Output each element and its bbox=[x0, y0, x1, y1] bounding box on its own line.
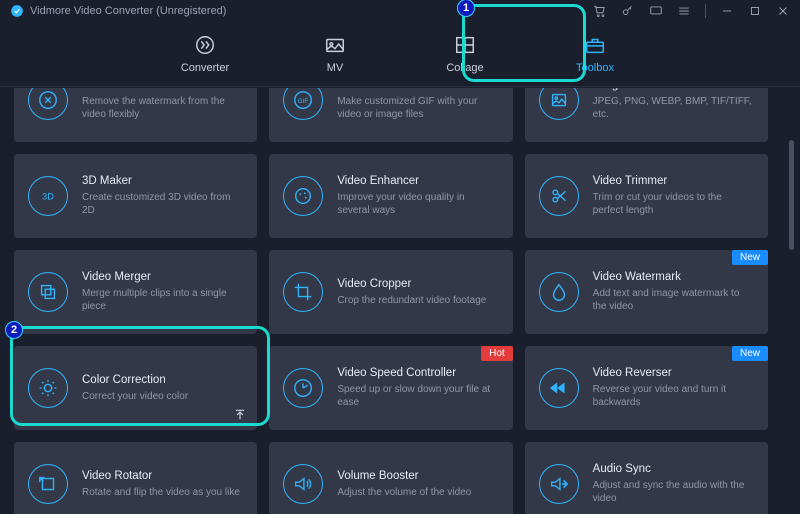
tool-desc: Add text and image watermark to the vide… bbox=[593, 287, 754, 313]
sync-icon bbox=[539, 464, 579, 504]
app-title: Vidmore Video Converter (Unregistered) bbox=[30, 5, 226, 17]
main-nav: Converter MV Collage Toolbox bbox=[0, 22, 800, 87]
tool-title: 3D Maker bbox=[82, 175, 243, 187]
tool-desc: Make customized GIF with your video or i… bbox=[337, 95, 498, 121]
svg-text:3D: 3D bbox=[42, 192, 54, 202]
volume-icon bbox=[283, 464, 323, 504]
tool-card-eraser[interactable]: Watermark Remover Remove the watermark f… bbox=[14, 88, 257, 142]
key-icon[interactable] bbox=[621, 4, 635, 18]
scrollbar[interactable] bbox=[789, 140, 794, 250]
tool-desc: Remove the watermark from the video flex… bbox=[82, 95, 243, 121]
tool-grid: Watermark Remover Remove the watermark f… bbox=[14, 88, 768, 514]
palette-icon bbox=[283, 176, 323, 216]
tool-card-rotate[interactable]: Video Rotator Rotate and flip the video … bbox=[14, 442, 257, 514]
scissors-icon bbox=[539, 176, 579, 216]
tool-title: GIF Maker bbox=[337, 88, 498, 91]
tool-title: Video Speed Controller bbox=[337, 367, 498, 379]
divider bbox=[705, 4, 706, 18]
tool-desc: Crop the redundant video footage bbox=[337, 294, 498, 307]
tool-scroll-area: Watermark Remover Remove the watermark f… bbox=[0, 88, 782, 514]
tool-card-palette[interactable]: Video Enhancer Improve your video qualit… bbox=[269, 154, 512, 238]
tool-card-image[interactable]: Image Converter JPEG, PNG, WEBP, BMP, TI… bbox=[525, 88, 768, 142]
tab-toolbox[interactable]: Toolbox bbox=[550, 34, 640, 74]
tab-label: Collage bbox=[446, 62, 483, 74]
tool-desc: Merge multiple clips into a single piece bbox=[82, 287, 243, 313]
tab-label: MV bbox=[327, 62, 344, 74]
tool-desc: JPEG, PNG, WEBP, BMP, TIF/TIFF, etc. bbox=[593, 95, 754, 121]
collage-icon bbox=[454, 34, 476, 56]
eraser-icon bbox=[28, 88, 68, 120]
tab-converter[interactable]: Converter bbox=[160, 34, 250, 74]
tool-desc: Adjust the volume of the video bbox=[337, 486, 498, 499]
svg-text:GIF: GIF bbox=[298, 98, 309, 105]
tool-card-3d[interactable]: 3D 3D Maker Create customized 3D video f… bbox=[14, 154, 257, 238]
tab-label: Converter bbox=[181, 62, 229, 74]
tab-collage[interactable]: Collage bbox=[420, 34, 510, 74]
merge-icon bbox=[28, 272, 68, 312]
tool-title: Image Converter bbox=[593, 88, 754, 91]
converter-icon bbox=[194, 34, 216, 56]
new-tag: New bbox=[732, 250, 768, 265]
menu-icon[interactable] bbox=[677, 4, 691, 18]
tool-card-crop[interactable]: Video Cropper Crop the redundant video f… bbox=[269, 250, 512, 334]
tool-card-gif[interactable]: GIF GIF Maker Make customized GIF with y… bbox=[269, 88, 512, 142]
tool-title: Video Enhancer bbox=[337, 175, 498, 187]
tool-card-gauge[interactable]: Video Speed Controller Speed up or slow … bbox=[269, 346, 512, 430]
tool-title: Color Correction bbox=[82, 374, 243, 386]
cart-icon[interactable] bbox=[593, 4, 607, 18]
hot-tag: Hot bbox=[481, 346, 513, 361]
image-icon bbox=[539, 88, 579, 120]
titlebar: Vidmore Video Converter (Unregistered) bbox=[0, 0, 800, 22]
toolbox-icon bbox=[584, 34, 606, 56]
tool-title: Video Reverser bbox=[593, 367, 754, 379]
tab-label: Toolbox bbox=[576, 62, 614, 74]
tool-desc: Adjust and sync the audio with the video bbox=[593, 479, 754, 505]
tool-title: Volume Booster bbox=[337, 470, 498, 482]
tool-card-drop[interactable]: Video Watermark Add text and image water… bbox=[525, 250, 768, 334]
window-controls bbox=[593, 4, 790, 18]
tool-card-sun[interactable]: Color Correction Correct your video colo… bbox=[14, 346, 257, 430]
maximize-icon[interactable] bbox=[748, 4, 762, 18]
rewind-icon bbox=[539, 368, 579, 408]
tool-title: Video Trimmer bbox=[593, 175, 754, 187]
mv-icon bbox=[324, 34, 346, 56]
tool-desc: Rotate and flip the video as you like bbox=[82, 486, 243, 499]
tool-title: Video Rotator bbox=[82, 470, 243, 482]
app-logo-icon bbox=[10, 4, 24, 18]
crop-icon bbox=[283, 272, 323, 312]
rotate-icon bbox=[28, 464, 68, 504]
feedback-icon[interactable] bbox=[649, 4, 663, 18]
tool-card-volume[interactable]: Volume Booster Adjust the volume of the … bbox=[269, 442, 512, 514]
new-tag: New bbox=[732, 346, 768, 361]
drop-icon bbox=[539, 272, 579, 312]
3d-icon: 3D bbox=[28, 176, 68, 216]
tool-title: Video Cropper bbox=[337, 278, 498, 290]
sun-icon bbox=[28, 368, 68, 408]
tool-desc: Create customized 3D video from 2D bbox=[82, 191, 243, 217]
tool-card-rewind[interactable]: Video Reverser Reverse your video and tu… bbox=[525, 346, 768, 430]
tool-desc: Improve your video quality in several wa… bbox=[337, 191, 498, 217]
tool-title: Watermark Remover bbox=[82, 88, 243, 91]
gauge-icon bbox=[283, 368, 323, 408]
tool-card-sync[interactable]: Audio Sync Adjust and sync the audio wit… bbox=[525, 442, 768, 514]
tool-desc: Reverse your video and turn it backwards bbox=[593, 383, 754, 409]
minimize-icon[interactable] bbox=[720, 4, 734, 18]
gif-icon: GIF bbox=[283, 88, 323, 120]
tool-card-merge[interactable]: Video Merger Merge multiple clips into a… bbox=[14, 250, 257, 334]
tool-desc: Correct your video color bbox=[82, 390, 243, 403]
expand-arrow-icon bbox=[233, 408, 247, 422]
tab-mv[interactable]: MV bbox=[290, 34, 380, 74]
tool-title: Audio Sync bbox=[593, 463, 754, 475]
close-icon[interactable] bbox=[776, 4, 790, 18]
tool-card-scissors[interactable]: Video Trimmer Trim or cut your videos to… bbox=[525, 154, 768, 238]
tool-desc: Speed up or slow down your file at ease bbox=[337, 383, 498, 409]
tool-title: Video Merger bbox=[82, 271, 243, 283]
tool-title: Video Watermark bbox=[593, 271, 754, 283]
tool-desc: Trim or cut your videos to the perfect l… bbox=[593, 191, 754, 217]
